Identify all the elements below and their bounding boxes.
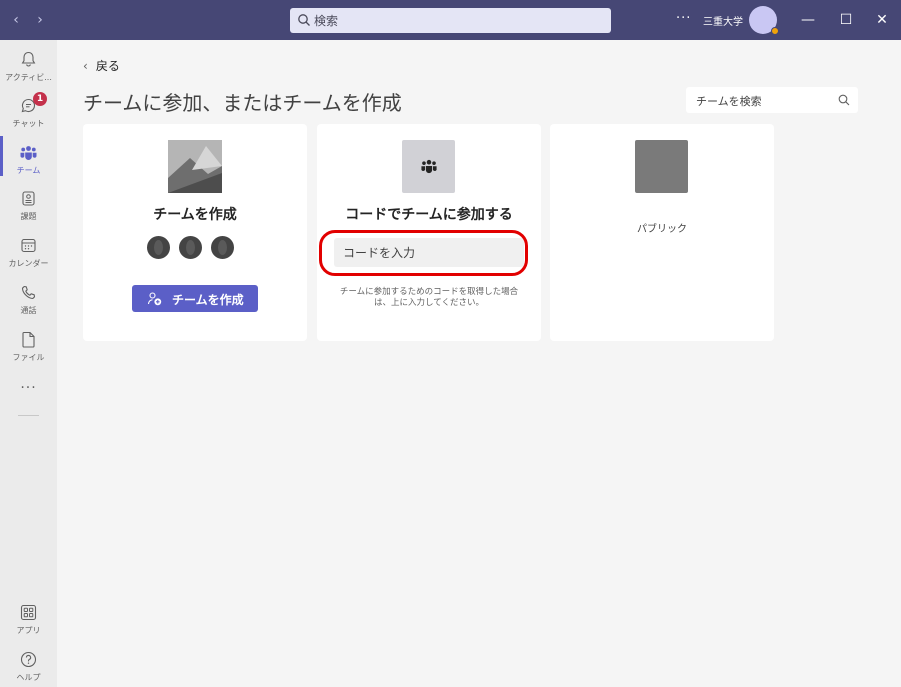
rail-item-files[interactable]: ファイル xyxy=(0,326,57,370)
public-label: パブリック xyxy=(637,224,687,235)
rail-item-calls[interactable]: 通話 xyxy=(0,279,57,323)
avatar xyxy=(145,234,172,261)
join-team-image xyxy=(402,140,455,193)
page-title: チームに参加、またはチームを作成 xyxy=(83,91,402,115)
teams-icon xyxy=(20,146,37,160)
more-options-button[interactable]: ··· xyxy=(676,11,691,26)
mountain-icon xyxy=(168,140,222,193)
rail-item-label: アプリ xyxy=(16,626,41,635)
rail-item-label: チャット xyxy=(12,119,45,128)
teams-icon xyxy=(421,159,437,174)
join-with-code-title: コードでチームに参加する xyxy=(345,207,513,223)
minimize-button[interactable]: — xyxy=(798,9,818,31)
organization-name[interactable]: 三重大学 xyxy=(703,13,743,28)
calendar-icon xyxy=(21,238,36,253)
avatar xyxy=(177,234,204,261)
rail-item-assignments[interactable]: 課題 xyxy=(0,185,57,229)
search-icon xyxy=(838,94,850,106)
rail-item-label: チーム xyxy=(16,166,41,175)
create-team-title: チームを作成 xyxy=(153,207,237,223)
create-team-image xyxy=(168,140,222,193)
help-icon xyxy=(20,651,37,668)
rail-item-label: 課題 xyxy=(20,212,37,221)
create-team-card[interactable]: チームを作成 チームを作成 xyxy=(83,124,307,341)
join-with-code-card: コードでチームに参加する チームに参加するためのコードを取得した場合は、上に入力… xyxy=(317,124,541,341)
code-hint-text: チームに参加するためのコードを取得した場合は、上に入力してください。 xyxy=(339,287,519,308)
rail-item-label: ファイル xyxy=(12,353,45,362)
maximize-button[interactable]: ☐ xyxy=(836,9,856,31)
rail-item-help[interactable]: ヘルプ xyxy=(0,650,57,687)
rail-item-activity[interactable]: アクティビ... xyxy=(0,46,57,90)
rail-item-label: 通話 xyxy=(20,306,37,315)
rail-item-teams[interactable]: チーム xyxy=(0,139,57,183)
rail-item-label: カレンダー xyxy=(8,259,49,268)
public-team-card[interactable]: パブリック xyxy=(550,124,774,341)
app-rail: アクティビ... 1 チャット チーム 課題 カレンダー 通話 ファイル ···… xyxy=(0,40,57,687)
search-placeholder: 検索 xyxy=(314,14,339,28)
forward-arrow-icon[interactable]: › xyxy=(33,11,47,29)
status-indicator xyxy=(771,27,779,35)
create-team-button[interactable]: チームを作成 xyxy=(132,285,258,312)
add-people-icon xyxy=(147,292,162,306)
avatar xyxy=(209,234,236,261)
team-avatar-image xyxy=(635,140,688,193)
search-icon xyxy=(298,14,310,26)
chevron-left-icon: ‹ xyxy=(83,59,88,73)
highlight-annotation xyxy=(319,230,528,276)
back-link[interactable]: ‹ 戻る xyxy=(83,57,120,74)
back-arrow-icon[interactable]: ‹ xyxy=(9,11,23,29)
assignments-icon xyxy=(22,191,35,206)
unread-badge: 1 xyxy=(33,92,47,106)
rail-item-apps[interactable]: アプリ xyxy=(0,603,57,643)
rail-item-chat[interactable]: 1 チャット xyxy=(0,92,57,136)
team-search-placeholder: チームを検索 xyxy=(696,95,762,108)
phone-icon xyxy=(21,285,36,300)
bell-icon xyxy=(21,51,36,67)
rail-item-label: アクティビ... xyxy=(5,73,52,82)
rail-divider xyxy=(18,415,39,416)
create-team-button-label: チームを作成 xyxy=(172,293,244,307)
close-button[interactable]: ✕ xyxy=(872,9,892,31)
title-bar: ‹ › 検索 ··· 三重大学 — ☐ ✕ xyxy=(0,0,901,40)
file-icon xyxy=(22,331,35,348)
rail-item-label: ヘルプ xyxy=(16,673,41,682)
more-apps-button[interactable]: ··· xyxy=(0,380,57,396)
apps-icon xyxy=(20,604,37,621)
global-search-input[interactable]: 検索 xyxy=(290,8,611,33)
team-search-input[interactable]: チームを検索 xyxy=(686,87,858,113)
rail-item-calendar[interactable]: カレンダー xyxy=(0,232,57,276)
back-label: 戻る xyxy=(95,59,120,73)
